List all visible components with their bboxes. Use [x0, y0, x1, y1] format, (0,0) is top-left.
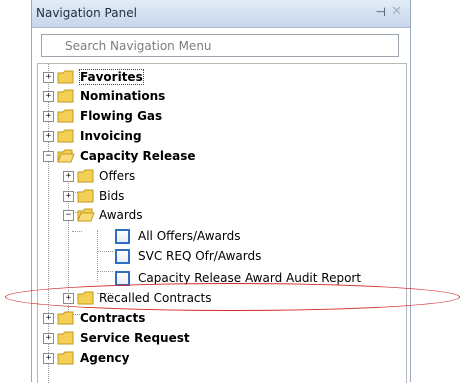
tree-item-label: Nominations — [80, 89, 166, 103]
tree-item-invoicing[interactable]: + Invoicing — [38, 127, 398, 146]
panel-title-bar: Navigation Panel ⊣ ✕ — [32, 0, 410, 28]
close-icon[interactable]: ✕ — [391, 4, 402, 19]
search-box[interactable] — [41, 34, 399, 57]
tree-item-label: All Offers/Awards — [138, 229, 241, 243]
expand-icon[interactable]: + — [43, 91, 54, 102]
panel-title: Navigation Panel — [36, 6, 137, 20]
tree-item-label: Capacity Release Award Audit Report — [138, 271, 362, 285]
expand-icon[interactable]: + — [43, 333, 54, 344]
tree-item-service-request[interactable]: + Service Request — [38, 329, 398, 348]
tree-item-label: Invoicing — [80, 129, 142, 143]
collapse-icon[interactable]: − — [43, 151, 54, 162]
open-folder-icon — [77, 208, 95, 222]
tree-item-label: Agency — [80, 351, 130, 365]
folder-icon — [77, 291, 94, 305]
tree-item-offers[interactable]: + Offers — [38, 167, 398, 186]
folder-icon — [57, 89, 74, 103]
folder-icon — [57, 351, 74, 365]
report-icon — [115, 271, 130, 286]
tree-item-all-offers-awards[interactable]: All Offers/Awards — [38, 227, 398, 246]
expand-icon[interactable]: + — [63, 171, 74, 182]
collapse-icon[interactable]: − — [63, 210, 74, 221]
tree-item-label: Favorites — [79, 69, 144, 85]
expand-icon[interactable]: + — [43, 353, 54, 364]
expand-icon[interactable]: + — [63, 293, 74, 304]
expand-icon[interactable]: + — [43, 131, 54, 142]
folder-icon — [57, 129, 74, 143]
tree-item-bids[interactable]: + Bids — [38, 187, 398, 206]
expand-icon[interactable]: + — [63, 191, 74, 202]
tree-item-label: Contracts — [80, 311, 146, 325]
search-input[interactable] — [42, 35, 398, 57]
tree-item-nominations[interactable]: + Nominations — [38, 87, 398, 106]
tree-item-label: SVC REQ Ofr/Awards — [138, 249, 262, 263]
tree-item-agency[interactable]: + Agency — [38, 349, 398, 368]
tree-item-flowing-gas[interactable]: + Flowing Gas — [38, 107, 398, 126]
tree-item-label: Capacity Release — [80, 149, 196, 163]
tree-item-capacity-release-award-audit-report[interactable]: Capacity Release Award Audit Report — [38, 269, 403, 288]
navigation-panel: Navigation Panel ⊣ ✕ + Favorites + Nomin… — [31, 0, 411, 383]
expand-icon[interactable]: + — [43, 72, 54, 83]
expand-icon[interactable]: + — [43, 111, 54, 122]
folder-icon — [57, 109, 74, 123]
folder-icon — [57, 70, 74, 84]
folder-icon — [57, 311, 74, 325]
report-icon — [115, 249, 130, 264]
folder-icon — [77, 189, 94, 203]
folder-icon — [77, 169, 94, 183]
tree-item-label: Bids — [99, 189, 125, 203]
pin-icon[interactable]: ⊣ — [376, 5, 386, 19]
expand-icon[interactable]: + — [43, 313, 54, 324]
tree-item-label: Awards — [99, 208, 143, 222]
tree-item-label: Recalled Contracts — [99, 291, 212, 305]
tree-item-svc-req-ofr-awards[interactable]: SVC REQ Ofr/Awards — [38, 247, 398, 266]
report-icon — [115, 229, 130, 244]
tree-item-contracts[interactable]: + Contracts — [38, 309, 398, 328]
tree-item-label: Flowing Gas — [80, 109, 163, 123]
tree-item-capacity-release[interactable]: − Capacity Release — [38, 147, 398, 166]
open-folder-icon — [57, 149, 75, 163]
tree-item-awards[interactable]: − Awards — [38, 206, 398, 225]
tree-item-recalled-contracts[interactable]: + Recalled Contracts — [38, 289, 398, 308]
tree-item-label: Service Request — [80, 331, 190, 345]
tree-item-favorites[interactable]: + Favorites — [38, 68, 398, 87]
navigation-tree: + Favorites + Nominations + Flowing Gas … — [37, 63, 407, 383]
tree-item-label: Offers — [99, 169, 136, 183]
folder-icon — [57, 331, 74, 345]
